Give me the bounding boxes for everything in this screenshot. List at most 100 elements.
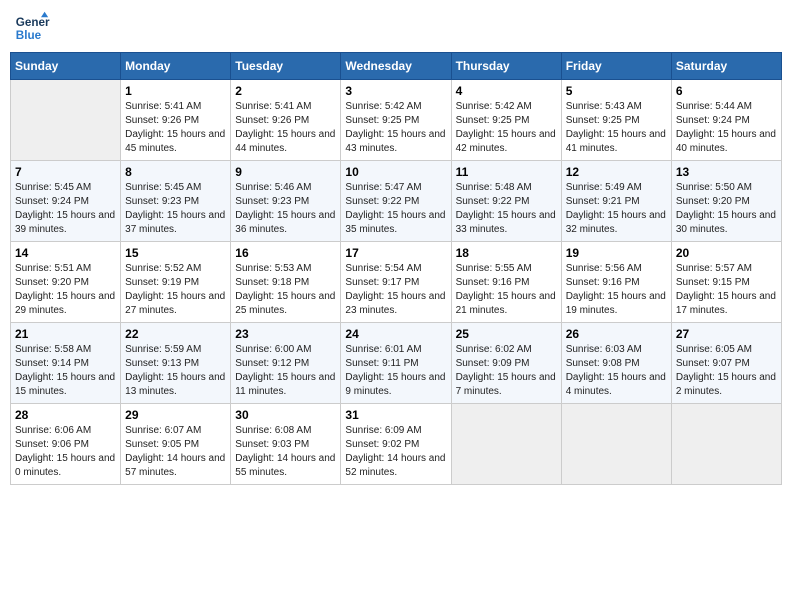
- calendar-cell: 9 Sunrise: 5:46 AMSunset: 9:23 PMDaylight…: [231, 161, 341, 242]
- calendar-cell: 30 Sunrise: 6:08 AMSunset: 9:03 PMDayligh…: [231, 404, 341, 485]
- day-info: Sunrise: 5:50 AMSunset: 9:20 PMDaylight:…: [676, 181, 777, 237]
- day-number: 28: [15, 408, 116, 422]
- calendar-cell: 24 Sunrise: 6:01 AMSunset: 9:11 PMDayligh…: [341, 323, 451, 404]
- calendar-cell: 14Sunrise: 5:51 AMSunset: 9:20 PMDayligh…: [11, 242, 121, 323]
- day-number: 29: [125, 408, 226, 422]
- day-info: Sunrise: 5:45 AMSunset: 9:23 PMDaylight:…: [125, 181, 226, 237]
- day-info: Sunrise: 6:01 AMSunset: 9:11 PMDaylight:…: [345, 343, 446, 399]
- logo: General Blue: [14, 10, 50, 46]
- calendar-cell: 18Sunrise: 5:55 AMSunset: 9:16 PMDayligh…: [451, 242, 561, 323]
- calendar-cell: 1 Sunrise: 5:41 AMSunset: 9:26 PMDaylight…: [121, 80, 231, 161]
- calendar-cell: 27Sunrise: 6:05 AMSunset: 9:07 PMDayligh…: [671, 323, 781, 404]
- day-info: Sunrise: 5:59 AMSunset: 9:13 PMDaylight:…: [125, 343, 226, 399]
- page-header: General Blue: [10, 10, 782, 46]
- calendar-cell: 7 Sunrise: 5:45 AMSunset: 9:24 PMDaylight…: [11, 161, 121, 242]
- calendar-cell: 29 Sunrise: 6:07 AMSunset: 9:05 PMDayligh…: [121, 404, 231, 485]
- day-info: Sunrise: 5:42 AMSunset: 9:25 PMDaylight:…: [345, 100, 446, 156]
- day-number: 27: [676, 327, 777, 341]
- day-info: Sunrise: 5:58 AMSunset: 9:14 PMDaylight:…: [15, 343, 116, 399]
- calendar-cell: 10Sunrise: 5:47 AMSunset: 9:22 PMDayligh…: [341, 161, 451, 242]
- calendar-cell: [451, 404, 561, 485]
- day-number: 11: [456, 165, 557, 179]
- calendar-cell: 17Sunrise: 5:54 AMSunset: 9:17 PMDayligh…: [341, 242, 451, 323]
- day-info: Sunrise: 5:49 AMSunset: 9:21 PMDaylight:…: [566, 181, 667, 237]
- day-number: 13: [676, 165, 777, 179]
- calendar-cell: 13 Sunrise: 5:50 AMSunset: 9:20 PMDayligh…: [671, 161, 781, 242]
- weekday-header-friday: Friday: [561, 53, 671, 80]
- weekday-header-thursday: Thursday: [451, 53, 561, 80]
- calendar-header: SundayMondayTuesdayWednesdayThursdayFrid…: [11, 53, 782, 80]
- calendar-cell: 4Sunrise: 5:42 AMSunset: 9:25 PMDaylight…: [451, 80, 561, 161]
- calendar-cell: 8 Sunrise: 5:45 AMSunset: 9:23 PMDaylight…: [121, 161, 231, 242]
- day-info: Sunrise: 6:06 AMSunset: 9:06 PMDaylight:…: [15, 424, 116, 480]
- calendar-cell: 6Sunrise: 5:44 AMSunset: 9:24 PMDaylight…: [671, 80, 781, 161]
- day-info: Sunrise: 6:08 AMSunset: 9:03 PMDaylight:…: [235, 424, 336, 480]
- day-info: Sunrise: 6:03 AMSunset: 9:08 PMDaylight:…: [566, 343, 667, 399]
- calendar-cell: 23 Sunrise: 6:00 AMSunset: 9:12 PMDayligh…: [231, 323, 341, 404]
- day-info: Sunrise: 5:41 AMSunset: 9:26 PMDaylight:…: [235, 100, 336, 156]
- day-number: 10: [345, 165, 446, 179]
- calendar-cell: 20Sunrise: 5:57 AMSunset: 9:15 PMDayligh…: [671, 242, 781, 323]
- calendar-cell: 21 Sunrise: 5:58 AMSunset: 9:14 PMDayligh…: [11, 323, 121, 404]
- calendar-table: SundayMondayTuesdayWednesdayThursdayFrid…: [10, 52, 782, 485]
- day-info: Sunrise: 6:00 AMSunset: 9:12 PMDaylight:…: [235, 343, 336, 399]
- day-info: Sunrise: 5:45 AMSunset: 9:24 PMDaylight:…: [15, 181, 116, 237]
- day-number: 3: [345, 84, 446, 98]
- day-number: 5: [566, 84, 667, 98]
- calendar-cell: 15Sunrise: 5:52 AMSunset: 9:19 PMDayligh…: [121, 242, 231, 323]
- day-number: 31: [345, 408, 446, 422]
- weekday-header-tuesday: Tuesday: [231, 53, 341, 80]
- day-number: 23: [235, 327, 336, 341]
- day-info: Sunrise: 5:43 AMSunset: 9:25 PMDaylight:…: [566, 100, 667, 156]
- day-number: 30: [235, 408, 336, 422]
- calendar-week-row: 21 Sunrise: 5:58 AMSunset: 9:14 PMDayligh…: [11, 323, 782, 404]
- day-number: 15: [125, 246, 226, 260]
- day-info: Sunrise: 5:41 AMSunset: 9:26 PMDaylight:…: [125, 100, 226, 156]
- day-info: Sunrise: 5:51 AMSunset: 9:20 PMDaylight:…: [15, 262, 116, 318]
- day-number: 24: [345, 327, 446, 341]
- day-number: 9: [235, 165, 336, 179]
- svg-text:General: General: [16, 16, 50, 29]
- calendar-cell: 16 Sunrise: 5:53 AMSunset: 9:18 PMDayligh…: [231, 242, 341, 323]
- calendar-week-row: 14Sunrise: 5:51 AMSunset: 9:20 PMDayligh…: [11, 242, 782, 323]
- calendar-cell: 31 Sunrise: 6:09 AMSunset: 9:02 PMDayligh…: [341, 404, 451, 485]
- day-number: 21: [15, 327, 116, 341]
- day-info: Sunrise: 5:44 AMSunset: 9:24 PMDaylight:…: [676, 100, 777, 156]
- day-number: 8: [125, 165, 226, 179]
- day-info: Sunrise: 5:57 AMSunset: 9:15 PMDaylight:…: [676, 262, 777, 318]
- day-info: Sunrise: 5:54 AMSunset: 9:17 PMDaylight:…: [345, 262, 446, 318]
- svg-text:Blue: Blue: [16, 29, 42, 42]
- weekday-header-monday: Monday: [121, 53, 231, 80]
- calendar-week-row: 1 Sunrise: 5:41 AMSunset: 9:26 PMDaylight…: [11, 80, 782, 161]
- day-info: Sunrise: 6:02 AMSunset: 9:09 PMDaylight:…: [456, 343, 557, 399]
- day-number: 19: [566, 246, 667, 260]
- calendar-body: 1 Sunrise: 5:41 AMSunset: 9:26 PMDaylight…: [11, 80, 782, 485]
- day-number: 22: [125, 327, 226, 341]
- calendar-cell: 5 Sunrise: 5:43 AMSunset: 9:25 PMDaylight…: [561, 80, 671, 161]
- day-info: Sunrise: 6:07 AMSunset: 9:05 PMDaylight:…: [125, 424, 226, 480]
- day-number: 12: [566, 165, 667, 179]
- weekday-header-row: SundayMondayTuesdayWednesdayThursdayFrid…: [11, 53, 782, 80]
- weekday-header-wednesday: Wednesday: [341, 53, 451, 80]
- calendar-cell: 2Sunrise: 5:41 AMSunset: 9:26 PMDaylight…: [231, 80, 341, 161]
- calendar-week-row: 7 Sunrise: 5:45 AMSunset: 9:24 PMDaylight…: [11, 161, 782, 242]
- calendar-cell: 28 Sunrise: 6:06 AMSunset: 9:06 PMDayligh…: [11, 404, 121, 485]
- calendar-cell: 19Sunrise: 5:56 AMSunset: 9:16 PMDayligh…: [561, 242, 671, 323]
- weekday-header-saturday: Saturday: [671, 53, 781, 80]
- day-info: Sunrise: 5:48 AMSunset: 9:22 PMDaylight:…: [456, 181, 557, 237]
- day-info: Sunrise: 5:55 AMSunset: 9:16 PMDaylight:…: [456, 262, 557, 318]
- day-info: Sunrise: 5:46 AMSunset: 9:23 PMDaylight:…: [235, 181, 336, 237]
- calendar-cell: 26Sunrise: 6:03 AMSunset: 9:08 PMDayligh…: [561, 323, 671, 404]
- day-number: 16: [235, 246, 336, 260]
- calendar-cell: 3 Sunrise: 5:42 AMSunset: 9:25 PMDaylight…: [341, 80, 451, 161]
- calendar-cell: 12 Sunrise: 5:49 AMSunset: 9:21 PMDayligh…: [561, 161, 671, 242]
- day-info: Sunrise: 6:09 AMSunset: 9:02 PMDaylight:…: [345, 424, 446, 480]
- calendar-cell: 11 Sunrise: 5:48 AMSunset: 9:22 PMDayligh…: [451, 161, 561, 242]
- day-number: 1: [125, 84, 226, 98]
- calendar-cell: 25 Sunrise: 6:02 AMSunset: 9:09 PMDayligh…: [451, 323, 561, 404]
- day-number: 25: [456, 327, 557, 341]
- day-number: 7: [15, 165, 116, 179]
- weekday-header-sunday: Sunday: [11, 53, 121, 80]
- calendar-cell: [671, 404, 781, 485]
- day-info: Sunrise: 5:53 AMSunset: 9:18 PMDaylight:…: [235, 262, 336, 318]
